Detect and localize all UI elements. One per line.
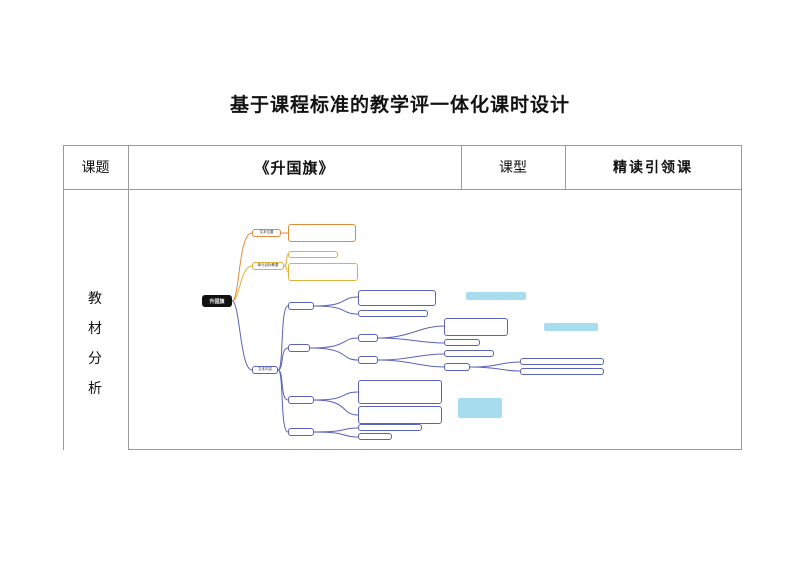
mind-map-image: 升国旗 文本位置 单元目标教要 文本内容 [180, 210, 610, 440]
type-value: 精读引领课 [613, 160, 693, 176]
mind-map-leaf [520, 368, 604, 375]
mind-map-node [288, 428, 314, 436]
mind-map-leaf [358, 433, 392, 440]
table-col-divider-1 [128, 145, 129, 450]
mind-map-callout [466, 292, 526, 300]
topic-label: 课题 [81, 160, 110, 176]
label-char: 分 [88, 351, 102, 367]
mind-map-leaf [358, 406, 442, 424]
mind-map-leaf [288, 263, 358, 281]
mind-map-node [288, 302, 314, 310]
mind-map-branch: 文本内容 [252, 366, 278, 374]
label-char: 材 [88, 321, 102, 337]
mind-map-leaf [444, 350, 494, 357]
mind-map-leaf [288, 224, 356, 242]
topic-value: 《升国旗》 [254, 158, 335, 177]
mind-map-leaf [444, 339, 480, 346]
mind-map-leaf [444, 318, 508, 336]
label-char: 教 [88, 291, 102, 307]
type-label: 课型 [499, 160, 527, 176]
material-analysis-label: 教 材 分 析 [63, 284, 127, 404]
document-title: 基于课程标准的教学评一体化课时设计 [229, 94, 570, 116]
mind-map-callout [544, 323, 598, 331]
mind-map-callout [458, 398, 502, 418]
mind-map-branch: 文本位置 [252, 229, 281, 237]
mind-map-node [358, 356, 378, 364]
mind-map-leaf [358, 380, 442, 404]
table-right-border [741, 145, 742, 450]
table-row-divider [63, 189, 742, 190]
mind-map-root: 升国旗 [202, 295, 232, 307]
mind-map-node [288, 344, 310, 352]
mind-map-leaf [358, 310, 428, 317]
label-char: 析 [88, 381, 102, 397]
mind-map-node [288, 396, 314, 404]
table-inner-bottom-border [129, 449, 742, 450]
mind-map-node [358, 334, 378, 342]
mind-map-leaf [288, 251, 338, 258]
mind-map-leaf [358, 290, 436, 306]
mind-map-branch: 单元目标教要 [252, 262, 284, 270]
mind-map-node [444, 363, 470, 371]
mind-map-leaf [520, 358, 604, 365]
mind-map-leaf [358, 424, 422, 431]
